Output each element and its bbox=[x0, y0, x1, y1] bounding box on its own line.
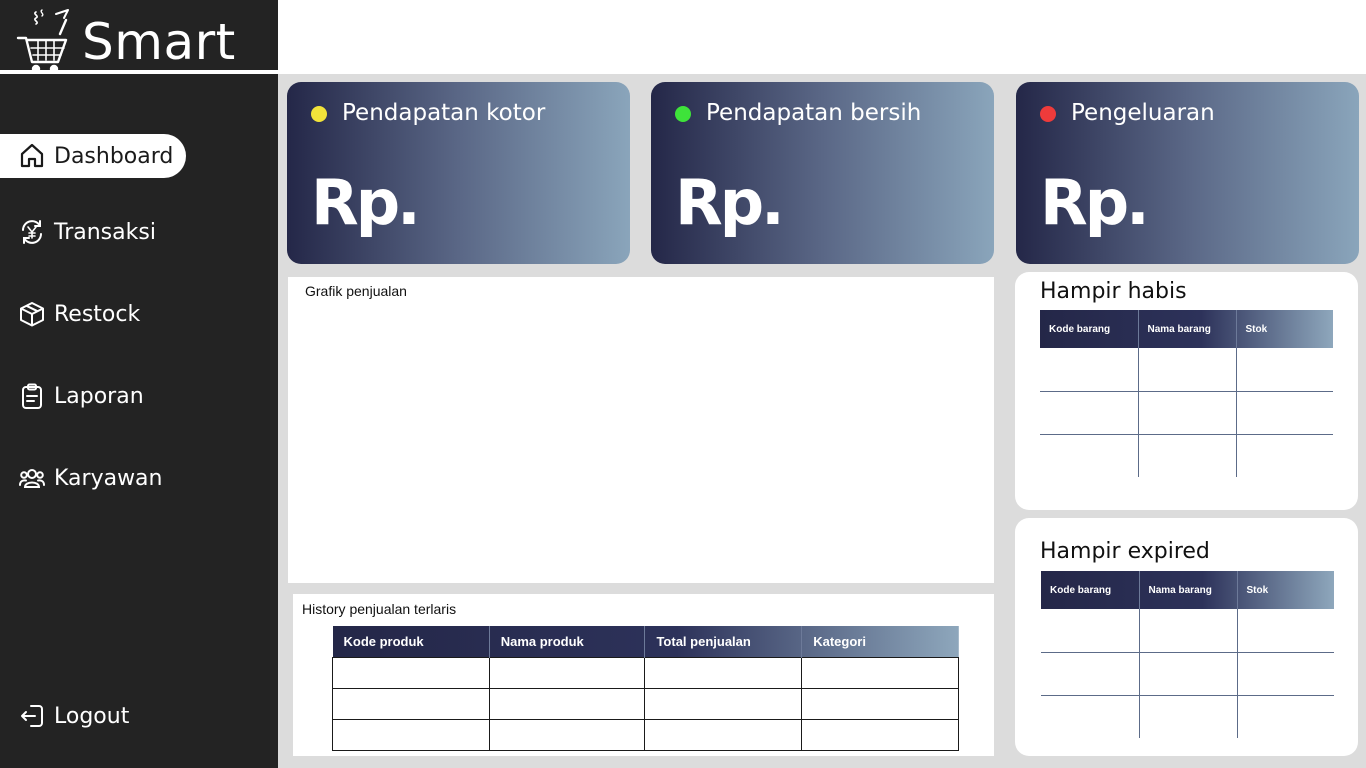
table-row bbox=[1040, 391, 1333, 435]
sidebar: Smart Dashboard Transaksi Restock Lapora… bbox=[0, 0, 278, 768]
card-pendapatan-kotor: Pendapatan kotor Rp. bbox=[287, 82, 630, 264]
table-cell bbox=[1236, 348, 1333, 392]
table-row bbox=[1040, 434, 1333, 477]
sidebar-item-label: Transaksi bbox=[54, 219, 156, 245]
column-header: Kode barang bbox=[1040, 310, 1139, 348]
sidebar-item-restock[interactable]: Restock bbox=[0, 292, 140, 336]
box-icon bbox=[18, 300, 46, 328]
table-cell bbox=[1041, 609, 1140, 653]
table-cell bbox=[1139, 695, 1238, 738]
card-value: Rp. bbox=[1040, 166, 1150, 239]
table-cell bbox=[488, 718, 646, 751]
logout-label: Logout bbox=[54, 703, 130, 729]
column-header: Stok bbox=[1245, 323, 1268, 335]
card-value: Rp. bbox=[675, 166, 785, 239]
sidebar-item-label: Laporan bbox=[54, 383, 144, 409]
card-title: Pengeluaran bbox=[1071, 100, 1215, 126]
column-header: Kode barang bbox=[1041, 571, 1140, 609]
table-row bbox=[1041, 695, 1334, 738]
table-cell bbox=[1138, 391, 1237, 435]
sales-chart-panel: Grafik penjualan bbox=[288, 277, 994, 583]
sales-history-panel: History penjualan terlaris Kode produk N… bbox=[293, 594, 994, 756]
card-title: Pendapatan bersih bbox=[706, 100, 922, 126]
brand-divider bbox=[0, 70, 278, 74]
history-table: Kode produk Nama produk Total penjualan … bbox=[332, 626, 959, 751]
table-cell bbox=[332, 718, 490, 751]
sidebar-item-transaksi[interactable]: Transaksi bbox=[0, 210, 156, 254]
table-row bbox=[1041, 609, 1334, 653]
table-cell bbox=[1139, 609, 1238, 653]
sidebar-item-laporan[interactable]: Laporan bbox=[0, 374, 144, 418]
sidebar-item-dashboard[interactable]: Dashboard bbox=[0, 134, 186, 178]
brand: Smart bbox=[0, 0, 278, 74]
column-header: Total penjualan bbox=[644, 626, 803, 657]
table-header-row: Kode barang Nama barang Stok bbox=[1041, 571, 1334, 609]
clipboard-icon bbox=[18, 382, 46, 410]
table-cell bbox=[644, 687, 803, 720]
card-value: Rp. bbox=[311, 166, 421, 239]
table-cell bbox=[1041, 652, 1140, 696]
sidebar-item-label: Restock bbox=[54, 301, 141, 327]
table-cell bbox=[801, 656, 959, 689]
table-cell bbox=[1139, 652, 1238, 696]
green-dot-icon bbox=[675, 106, 691, 122]
logout-icon bbox=[18, 702, 46, 730]
column-header: Nama barang bbox=[1138, 310, 1237, 348]
table-header-row: Kode produk Nama produk Total penjualan … bbox=[332, 626, 959, 657]
hampir-expired-title: Hampir expired bbox=[1040, 539, 1210, 564]
table-cell bbox=[488, 656, 646, 689]
column-header: Kode produk bbox=[332, 626, 490, 657]
brand-name: Smart bbox=[82, 13, 236, 71]
hampir-habis-panel: Hampir habis Kode barang Nama barang Sto… bbox=[1015, 272, 1358, 510]
hampir-expired-panel: Hampir expired Kode barang Nama barang S… bbox=[1015, 518, 1358, 756]
hampir-expired-table: Kode barang Nama barang Stok bbox=[1041, 571, 1334, 738]
column-header: Stok bbox=[1246, 584, 1269, 596]
table-cell bbox=[1040, 391, 1139, 435]
logout-button[interactable]: Logout bbox=[0, 694, 129, 738]
table-header-row: Kode barang Nama barang Stok bbox=[1040, 310, 1333, 348]
sidebar-item-label: Karyawan bbox=[54, 465, 163, 491]
table-row bbox=[332, 687, 959, 720]
table-cell bbox=[332, 656, 490, 689]
currency-exchange-icon bbox=[18, 218, 46, 246]
table-cell bbox=[801, 687, 959, 720]
table-row bbox=[332, 656, 959, 689]
card-pendapatan-bersih: Pendapatan bersih Rp. bbox=[651, 82, 994, 264]
table-cell bbox=[1236, 391, 1333, 435]
top-bar bbox=[278, 0, 1366, 74]
table-row bbox=[1041, 652, 1334, 696]
table-cell bbox=[488, 687, 646, 720]
table-cell bbox=[1236, 434, 1333, 477]
home-icon bbox=[18, 142, 46, 170]
table-cell bbox=[1040, 348, 1139, 392]
table-cell bbox=[1040, 434, 1139, 477]
card-title: Pendapatan kotor bbox=[342, 100, 546, 126]
hampir-habis-table: Kode barang Nama barang Stok bbox=[1040, 310, 1333, 477]
table-cell bbox=[1041, 695, 1140, 738]
table-cell bbox=[644, 718, 803, 751]
table-cell bbox=[801, 718, 959, 751]
table-row bbox=[332, 718, 959, 751]
shopping-cart-icon bbox=[16, 9, 69, 74]
column-header: Nama barang bbox=[1139, 571, 1238, 609]
table-cell bbox=[644, 656, 803, 689]
chart-panel-title: Grafik penjualan bbox=[305, 283, 407, 299]
users-icon bbox=[18, 464, 46, 492]
table-cell bbox=[1237, 695, 1334, 738]
table-cell bbox=[1237, 652, 1334, 696]
table-cell bbox=[1138, 434, 1237, 477]
red-dot-icon bbox=[1040, 106, 1056, 122]
sidebar-item-karyawan[interactable]: Karyawan bbox=[0, 456, 163, 500]
yellow-dot-icon bbox=[311, 106, 327, 122]
table-cell bbox=[332, 687, 490, 720]
table-cell bbox=[1138, 348, 1237, 392]
card-pengeluaran: Pengeluaran Rp. bbox=[1016, 82, 1359, 264]
column-header: Nama produk bbox=[489, 626, 646, 657]
sidebar-item-label: Dashboard bbox=[54, 143, 174, 169]
table-cell bbox=[1237, 609, 1334, 653]
column-header: Kategori bbox=[813, 633, 866, 649]
history-panel-title: History penjualan terlaris bbox=[302, 601, 457, 617]
hampir-habis-title: Hampir habis bbox=[1040, 279, 1187, 304]
table-row bbox=[1040, 348, 1333, 392]
